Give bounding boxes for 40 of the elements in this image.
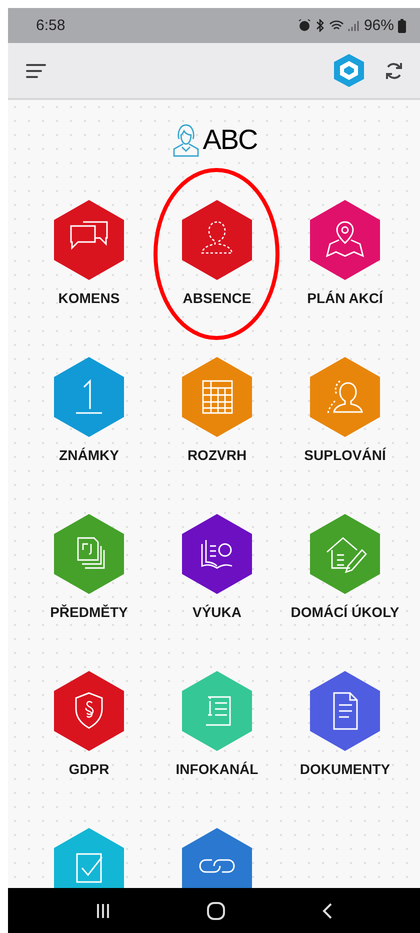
substitute-hexagon-icon (310, 357, 380, 437)
grade-hexagon-icon (54, 357, 124, 437)
recents-icon (95, 902, 112, 918)
menu-tile[interactable]: PŘEDMĚTY (50, 514, 128, 620)
home-icon (206, 902, 226, 920)
chat-hexagon-icon (54, 200, 124, 280)
user-name: ABC (202, 124, 258, 156)
menu-tile[interactable]: PLÁN AKCÍ (307, 200, 383, 306)
absence-hexagon-icon (182, 200, 252, 280)
table-hexagon-icon (182, 357, 252, 437)
status-time: 6:58 (36, 17, 66, 34)
subjects-hexagon-icon (54, 514, 124, 594)
battery-percent: 96% (364, 17, 394, 34)
menu-icon (26, 62, 46, 78)
info-hexagon-icon (182, 671, 252, 751)
alarm-icon (298, 19, 311, 32)
document-hexagon-icon (310, 671, 380, 751)
refresh-icon (384, 60, 404, 80)
bluetooth-icon (314, 19, 325, 32)
shield-hexagon-icon (54, 671, 124, 751)
map-hexagon-icon (310, 200, 380, 280)
signal-icon (348, 20, 360, 32)
menu-tile[interactable]: VÝUKA (182, 514, 252, 620)
back-icon (320, 902, 333, 920)
avatar-icon (170, 123, 201, 157)
menu-tile[interactable] (182, 828, 252, 888)
menu-tile[interactable]: SUPLOVÁNÍ (304, 357, 386, 463)
menu-tile[interactable]: DOMÁCÍ ÚKOLY (290, 514, 400, 620)
menu-tile[interactable]: INFOKANÁL (176, 671, 258, 777)
menu-tile[interactable]: ROZVRH (182, 357, 252, 463)
battery-icon (398, 18, 406, 32)
book-hexagon-icon (182, 514, 252, 594)
homework-hexagon-icon (310, 514, 380, 594)
menu-tile[interactable]: DOKUMENTY (300, 671, 390, 777)
menu-tile[interactable]: ZNÁMKY (54, 357, 124, 463)
wifi-icon (328, 20, 344, 32)
logo-icon (334, 54, 364, 87)
menu-tile[interactable]: KOMENS (54, 200, 124, 306)
menu-tile[interactable]: GDPR (54, 671, 124, 777)
menu-tile[interactable] (54, 828, 124, 888)
